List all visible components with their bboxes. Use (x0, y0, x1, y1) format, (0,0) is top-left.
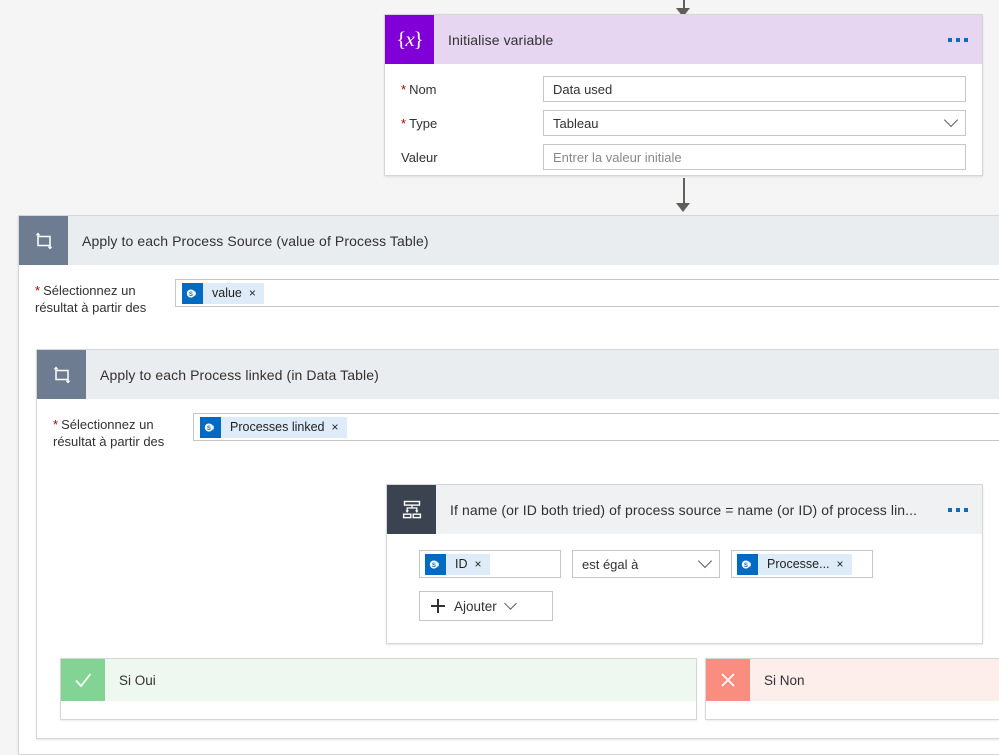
branch-no-header[interactable]: Si Non (706, 659, 999, 701)
outer-loop-field-row: * Sélectionnez un résultat à partir des S… (19, 279, 999, 316)
variable-braces-icon: {x} (385, 15, 434, 64)
sharepoint-icon: S (425, 553, 446, 575)
cross-icon (706, 659, 750, 701)
outer-loop-token-input[interactable]: S value × (175, 279, 999, 307)
token-remove-icon[interactable]: × (332, 421, 347, 433)
svg-text:S: S (189, 290, 193, 297)
input-valeur[interactable]: Entrer la valeur initiale (543, 144, 966, 170)
sharepoint-icon: S (182, 282, 203, 304)
condition-branch-icon (387, 485, 436, 534)
connector-line-middle (683, 178, 685, 206)
branch-yes-header[interactable]: Si Oui (61, 659, 696, 701)
outer-loop-field-label: * Sélectionnez un résultat à partir des (35, 279, 175, 316)
input-nom[interactable]: Data used (543, 76, 966, 102)
form-row-nom: * Nom Data used (401, 76, 966, 102)
check-icon (61, 659, 105, 701)
svg-text:S: S (207, 424, 211, 431)
inner-loop-field-label-text: Sélectionnez un résultat à partir des (53, 417, 165, 449)
condition-title: If name (or ID both tried) of process so… (450, 501, 918, 518)
token-remove-icon[interactable]: × (475, 558, 490, 570)
inner-loop-field-row: * Sélectionnez un résultat à partir des S… (37, 413, 999, 450)
branch-no-label: Si Non (764, 672, 805, 688)
label-type-text: Type (409, 115, 438, 131)
ellipsis-menu-icon[interactable] (948, 507, 968, 512)
outer-loop-header[interactable]: Apply to each Process Source (value of P… (19, 216, 999, 265)
label-type: * Type (401, 116, 543, 131)
token-chip-label: Processe... (767, 557, 830, 571)
condition-operator-select[interactable]: est égal à (572, 550, 720, 578)
initialise-variable-card[interactable]: {x} Initialise variable * Nom Data used … (384, 14, 983, 176)
initialise-variable-form: * Nom Data used * Type Tableau Valeur En… (385, 64, 982, 184)
condition-row: S ID × est égal à S Processe... × (419, 550, 964, 578)
token-chip-label: value (212, 286, 242, 300)
loop-icon (37, 350, 86, 399)
required-asterisk: * (53, 417, 59, 432)
inner-loop-token-input[interactable]: S Processes linked × (193, 413, 999, 441)
plus-icon (431, 599, 445, 613)
branch-yes-card[interactable]: Si Oui (60, 658, 697, 720)
svg-text:S: S (744, 561, 748, 568)
sharepoint-icon: S (200, 416, 221, 438)
chevron-down-icon (943, 112, 959, 128)
outer-loop-body: * Sélectionnez un résultat à partir des S… (19, 265, 999, 316)
connector-arrow-middle (676, 203, 690, 212)
outer-loop-field-label-text: Sélectionnez un résultat à partir des (35, 283, 147, 315)
add-condition-button[interactable]: Ajouter (419, 591, 553, 621)
form-row-valeur: Valeur Entrer la valeur initiale (401, 144, 966, 170)
initialise-variable-title: Initialise variable (448, 31, 554, 48)
label-valeur-text: Valeur (401, 149, 438, 165)
outer-loop-title: Apply to each Process Source (value of P… (82, 232, 429, 249)
condition-left-operand[interactable]: S ID × (419, 550, 561, 578)
branch-no-card[interactable]: Si Non (705, 658, 999, 720)
branch-yes-label: Si Oui (119, 672, 156, 688)
inner-loop-header[interactable]: Apply to each Process linked (in Data Ta… (37, 350, 999, 399)
loop-icon (19, 216, 68, 265)
token-chip-processes-linked[interactable]: S Processes linked × (200, 416, 347, 438)
required-asterisk: * (35, 283, 41, 298)
inner-loop-body: * Sélectionnez un résultat à partir des S… (37, 399, 999, 450)
chevron-down-icon (503, 596, 517, 610)
form-row-type: * Type Tableau (401, 110, 966, 136)
ellipsis-menu-icon[interactable] (948, 37, 968, 42)
add-condition-label: Ajouter (454, 598, 497, 614)
inner-loop-title: Apply to each Process linked (in Data Ta… (100, 366, 379, 383)
required-asterisk: * (401, 81, 407, 97)
chevron-down-icon (697, 553, 713, 569)
token-remove-icon[interactable]: × (837, 558, 852, 570)
label-nom-text: Nom (409, 81, 437, 97)
condition-header[interactable]: If name (or ID both tried) of process so… (387, 485, 982, 534)
token-remove-icon[interactable]: × (249, 287, 264, 299)
token-chip-label: ID (455, 557, 468, 571)
condition-right-operand[interactable]: S Processe... × (731, 550, 873, 578)
token-chip-label: Processes linked (230, 420, 325, 434)
label-valeur: Valeur (401, 150, 543, 165)
inner-loop-field-label: * Sélectionnez un résultat à partir des (53, 413, 193, 450)
condition-card[interactable]: If name (or ID both tried) of process so… (386, 484, 983, 644)
condition-body: S ID × est égal à S Processe... × Ajoute… (387, 534, 982, 639)
initialise-variable-header[interactable]: {x} Initialise variable (385, 15, 982, 64)
token-chip-processe[interactable]: S Processe... × (737, 553, 852, 575)
token-chip-id[interactable]: S ID × (425, 553, 490, 575)
condition-operator-value: est égal à (582, 556, 639, 572)
svg-text:S: S (432, 561, 436, 568)
token-chip-value[interactable]: S value × (182, 282, 264, 304)
select-type-value: Tableau (553, 115, 599, 131)
input-valeur-placeholder: Entrer la valeur initiale (553, 149, 682, 165)
required-asterisk: * (401, 115, 407, 131)
label-nom: * Nom (401, 82, 543, 97)
input-nom-value: Data used (553, 81, 613, 97)
select-type[interactable]: Tableau (543, 110, 966, 136)
sharepoint-icon: S (737, 553, 758, 575)
